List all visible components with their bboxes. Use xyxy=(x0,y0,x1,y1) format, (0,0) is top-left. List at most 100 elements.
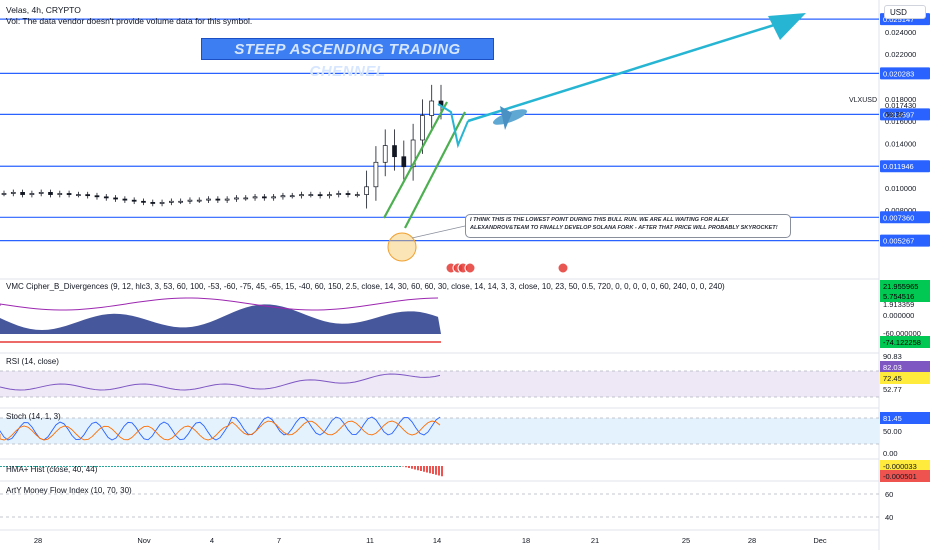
hma-hist-bar xyxy=(426,466,428,473)
candle-body xyxy=(150,202,156,204)
hma-hist-bar xyxy=(324,466,326,467)
hma-hist-bar xyxy=(255,466,257,467)
hma-hist-bar xyxy=(156,466,158,467)
hma-hist-bar xyxy=(327,466,329,467)
candle-body xyxy=(420,115,425,141)
hma-hist-bar xyxy=(213,466,215,467)
hma-hist-bar xyxy=(105,466,107,467)
hma-hist-bar xyxy=(399,466,401,467)
chart-canvas[interactable]: 0.0260000.0240000.0220000.0180000.016000… xyxy=(0,0,932,550)
hma-hist-bar xyxy=(159,466,161,467)
horizontal-level-value: 0.020283 xyxy=(883,69,914,78)
hma-hist-bar xyxy=(249,466,251,467)
hma-hist-bar xyxy=(285,466,287,467)
candle-body xyxy=(1,193,7,195)
x-tick-label: 11 xyxy=(366,536,374,545)
x-tick-label: 4 xyxy=(210,536,214,545)
candle-body xyxy=(401,156,407,168)
rsi-band xyxy=(0,371,879,397)
hma-value-label: -0.000501 xyxy=(883,472,917,481)
hma-hist-bar xyxy=(186,466,188,467)
hma-hist-bar xyxy=(240,466,242,467)
candle-body xyxy=(382,145,388,163)
hma-hist-bar xyxy=(411,466,413,469)
hma-hist-bar xyxy=(231,466,233,467)
horizontal-level-value: 0.007360 xyxy=(883,213,914,222)
stoch-value-label: 81.45 xyxy=(883,414,902,423)
hma-hist-bar xyxy=(273,466,275,467)
hma-hist-bar xyxy=(222,466,224,467)
candle-body xyxy=(66,193,72,195)
candle-body xyxy=(103,196,109,199)
hma-hist-bar xyxy=(333,466,335,467)
candle-body xyxy=(48,192,53,195)
symbol-label: VLXUSD xyxy=(849,97,877,104)
y-tick-label: 0.024000 xyxy=(885,28,916,37)
currency-button[interactable]: USD xyxy=(884,5,926,19)
x-tick-label: 28 xyxy=(34,536,42,545)
hma-hist-label[interactable]: HMA+ Hist (close, 40, 44) xyxy=(6,465,97,474)
hma-hist-bar xyxy=(195,466,197,467)
mfi-value-label: 60 xyxy=(885,490,893,499)
candle-body xyxy=(261,196,267,199)
hma-hist-bar xyxy=(189,466,191,467)
hma-hist-bar xyxy=(270,466,272,467)
hma-hist-bar xyxy=(321,466,323,467)
hma-hist-bar xyxy=(408,466,410,468)
hma-hist-bar xyxy=(252,466,254,467)
countdown-label: 56:30 xyxy=(885,110,904,119)
hma-hist-bar xyxy=(423,466,425,472)
vmc-value-label: 1.913359 xyxy=(883,300,914,309)
vmc-cipher-label[interactable]: VMC Cipher_B_Divergences (9, 12, hlc3, 3… xyxy=(6,282,725,291)
hma-hist-bar xyxy=(396,466,398,467)
hma-hist-bar xyxy=(369,466,371,467)
rsi-value-label: 72.45 xyxy=(883,374,902,383)
hma-hist-bar xyxy=(183,466,185,467)
hma-hist-bar xyxy=(129,466,131,467)
rsi-label[interactable]: RSI (14, close) xyxy=(6,357,59,366)
hma-hist-bar xyxy=(438,466,440,476)
hma-hist-bar xyxy=(342,466,344,467)
last-price-label: 0.017430 xyxy=(885,101,916,110)
hma-hist-bar xyxy=(120,466,122,467)
hma-hist-bar xyxy=(441,466,443,477)
hma-hist-bar xyxy=(228,466,230,467)
candle-body xyxy=(122,198,128,201)
hma-hist-bar xyxy=(354,466,356,467)
candle-body xyxy=(76,194,81,196)
candle-body xyxy=(243,197,249,200)
candle-body xyxy=(178,200,184,203)
mfi-label[interactable]: ArtY Money Flow Index (10, 70, 30) xyxy=(6,486,132,495)
hma-hist-bar xyxy=(3,466,5,467)
hma-hist-bar xyxy=(108,466,110,467)
projection-arrow-shaft xyxy=(467,18,791,123)
hma-hist-bar xyxy=(294,466,296,467)
hma-hist-bar xyxy=(237,466,239,467)
candle-body xyxy=(169,200,174,203)
hma-hist-bar xyxy=(330,466,332,467)
hma-hist-bar xyxy=(225,466,227,467)
hma-hist-bar xyxy=(276,466,278,467)
horizontal-level-value: 0.011946 xyxy=(883,162,914,171)
candle-body xyxy=(252,196,258,199)
vmc-value-label: 0.000000 xyxy=(883,311,914,320)
volume-note: Vol: The data vendor doesn't provide vol… xyxy=(6,16,253,26)
y-tick-label: 0.014000 xyxy=(885,139,916,148)
hma-hist-bar xyxy=(0,466,2,467)
annotation-callout: I THINK THIS IS THE LOWEST POINT DURING … xyxy=(465,214,791,238)
hma-hist-bar xyxy=(306,466,308,467)
hma-hist-bar xyxy=(204,466,206,467)
event-flag-icon xyxy=(464,262,476,274)
stoch-label[interactable]: Stoch (14, 1, 3) xyxy=(6,412,61,421)
hma-hist-bar xyxy=(258,466,260,467)
hma-hist-bar xyxy=(393,466,395,467)
projection-arrow-head xyxy=(768,13,806,40)
candle-body xyxy=(215,198,221,201)
candle-body xyxy=(317,194,323,197)
rsi-value-label: 82.03 xyxy=(883,363,902,372)
hma-hist-bar xyxy=(291,466,293,467)
candle-body xyxy=(29,193,35,195)
candle-body xyxy=(429,100,435,116)
hma-hist-bar xyxy=(216,466,218,467)
candle-body xyxy=(392,145,397,158)
